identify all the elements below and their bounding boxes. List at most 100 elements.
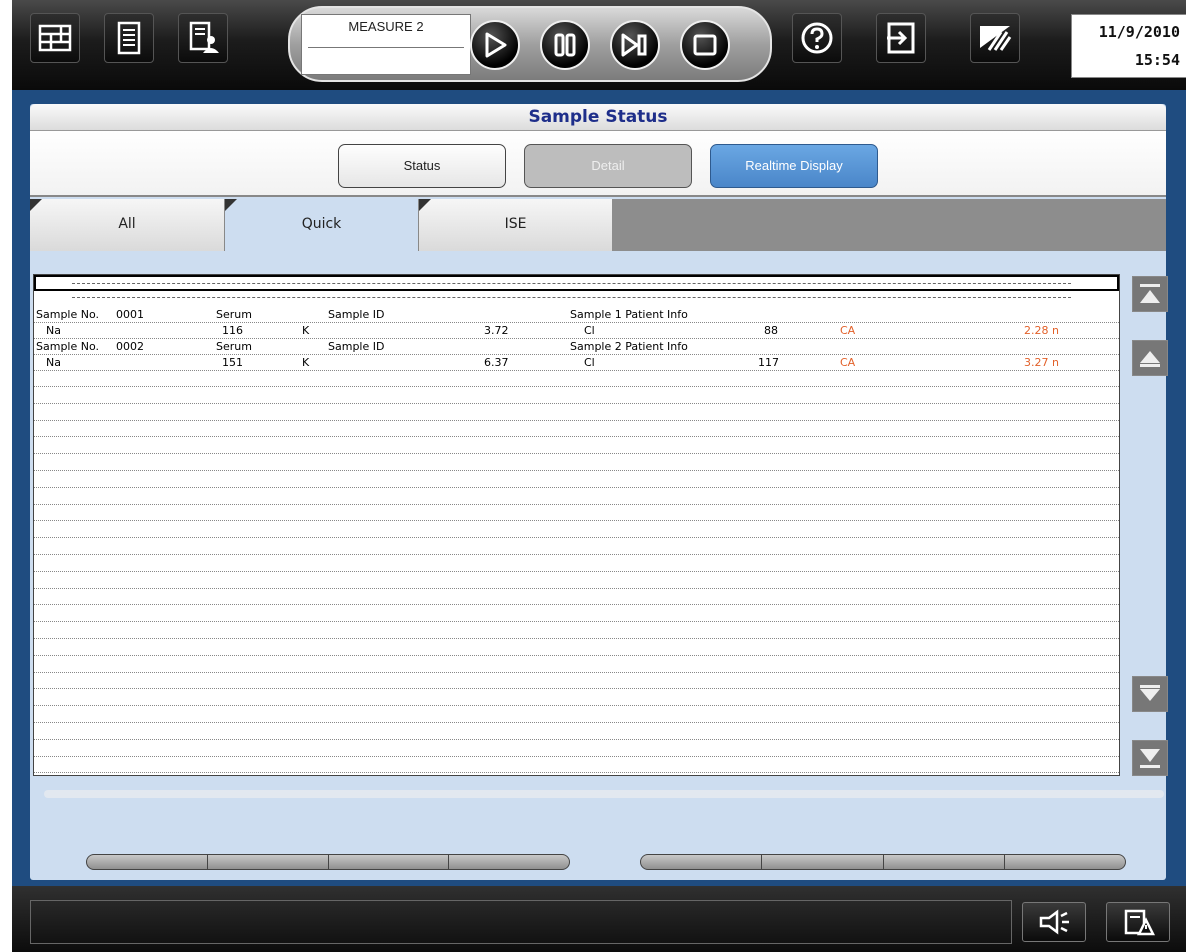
patient-info-button[interactable] [178, 13, 228, 63]
k-value: 6.37 [484, 356, 509, 369]
empty-row [34, 690, 1119, 707]
monitor-button[interactable] [970, 13, 1020, 63]
empty-row [34, 455, 1119, 471]
cl-value: 117 [758, 356, 779, 369]
view-buttons-bar: Status Detail Realtime Display [30, 131, 1166, 197]
patient-info-icon [189, 21, 219, 53]
start-button[interactable] [470, 20, 520, 70]
na-value: 116 [222, 324, 243, 337]
list-item[interactable]: Na 116 K 3.72 Cl 88 CA 2.28 n [34, 323, 1119, 339]
tab-ise[interactable]: ISE [418, 199, 612, 251]
k-label: K [302, 324, 310, 337]
page-indicator-right [640, 854, 1126, 870]
scroll-to-bottom-icon [1140, 749, 1160, 768]
scroll-top-button[interactable] [1132, 276, 1168, 312]
main-frame: Sample Status Status Detail Realtime Dis… [12, 90, 1186, 886]
alarm-icon [1039, 909, 1069, 935]
worklist-icon [117, 21, 141, 55]
sample-id-label: Sample ID [328, 308, 385, 321]
status-button[interactable]: Status [338, 144, 506, 188]
empty-row [34, 522, 1119, 539]
scroll-down-icon [1140, 685, 1160, 701]
empty-row [34, 673, 1119, 690]
sampling-stop-icon [621, 33, 647, 57]
list-header [34, 275, 1119, 291]
scroll-down-button[interactable] [1132, 676, 1168, 712]
empty-row [34, 421, 1119, 438]
cl-label: Cl [584, 324, 595, 337]
warning-report-icon [1124, 909, 1155, 936]
empty-row [34, 438, 1119, 455]
page-indicator-left [86, 854, 570, 870]
cl-value: 88 [764, 324, 778, 337]
k-label: K [302, 356, 310, 369]
sample-id-label: Sample ID [328, 340, 385, 353]
tab-bar: All Quick ISE [30, 199, 1166, 251]
top-toolbar: MEASURE 2 11/9/2010 15:54 [12, 0, 1186, 90]
divider [308, 47, 464, 48]
empty-row [34, 741, 1119, 757]
alarm-button[interactable] [1022, 902, 1086, 942]
start-icon [485, 32, 507, 58]
tab-quick[interactable]: Quick [224, 199, 418, 251]
cl-label: Cl [584, 356, 595, 369]
sample-type: Serum [216, 340, 252, 353]
scroll-to-top-icon [1140, 284, 1160, 303]
ca-label: CA [840, 356, 856, 369]
sample-no-label: Sample No. [36, 340, 100, 353]
sample-type: Serum [216, 308, 252, 321]
empty-row [34, 589, 1119, 606]
sample-no: 0001 [116, 308, 144, 321]
help-icon [801, 22, 833, 54]
page-title: Sample Status [30, 104, 1166, 131]
sample-no-label: Sample No. [36, 308, 100, 321]
patient-info: Sample 1 Patient Info [570, 308, 688, 321]
stop-button[interactable] [680, 20, 730, 70]
na-label: Na [46, 324, 61, 337]
scroll-bottom-button[interactable] [1132, 740, 1168, 776]
worklist-button[interactable] [104, 13, 154, 63]
sampling-stop-button[interactable] [610, 20, 660, 70]
empty-row [34, 472, 1119, 488]
detail-button[interactable]: Detail [524, 144, 692, 188]
system-overview-button[interactable] [30, 13, 80, 63]
measure-mode-label: MEASURE 2 [348, 19, 424, 34]
warning-report-button[interactable] [1106, 902, 1170, 942]
empty-row [34, 405, 1119, 421]
empty-row [34, 371, 1119, 387]
list-item[interactable]: Sample No. 0001 Serum Sample ID Sample 1… [34, 307, 1119, 323]
empty-row [34, 556, 1119, 572]
tab-all[interactable]: All [30, 199, 224, 251]
list-item[interactable]: Sample No. 0002 Serum Sample ID Sample 2… [34, 339, 1119, 355]
empty-row [34, 606, 1119, 623]
na-value: 151 [222, 356, 243, 369]
realtime-display-button[interactable]: Realtime Display [710, 144, 878, 188]
empty-row [34, 539, 1119, 555]
list-item[interactable]: Na 151 K 6.37 Cl 117 CA 3.27 n [34, 355, 1119, 371]
logout-icon [887, 22, 915, 54]
patient-info: Sample 2 Patient Info [570, 340, 688, 353]
empty-row [34, 388, 1119, 404]
empty-row [34, 757, 1119, 774]
pause-icon [554, 33, 576, 57]
empty-row [34, 707, 1119, 723]
list-divider [72, 297, 1071, 298]
empty-row [34, 505, 1119, 522]
date-time-display: 11/9/2010 15:54 [1071, 14, 1186, 78]
pause-button[interactable] [540, 20, 590, 70]
current-date: 11/9/2010 [1098, 23, 1180, 41]
logout-button[interactable] [876, 13, 926, 63]
horizontal-scrollbar[interactable] [44, 790, 1164, 798]
monitor-icon [980, 26, 1012, 51]
sample-status-panel: Sample Status Status Detail Realtime Dis… [30, 104, 1168, 880]
empty-row [34, 640, 1119, 656]
sample-no: 0002 [116, 340, 144, 353]
scroll-up-button[interactable] [1132, 340, 1168, 376]
empty-row [34, 573, 1119, 589]
sample-results-list[interactable]: Sample No. 0001 Serum Sample ID Sample 1… [33, 274, 1120, 776]
bottom-bar [12, 886, 1186, 952]
message-area [30, 900, 1012, 944]
help-button[interactable] [792, 13, 842, 63]
stop-icon [693, 34, 717, 56]
ca-label: CA [840, 324, 856, 337]
